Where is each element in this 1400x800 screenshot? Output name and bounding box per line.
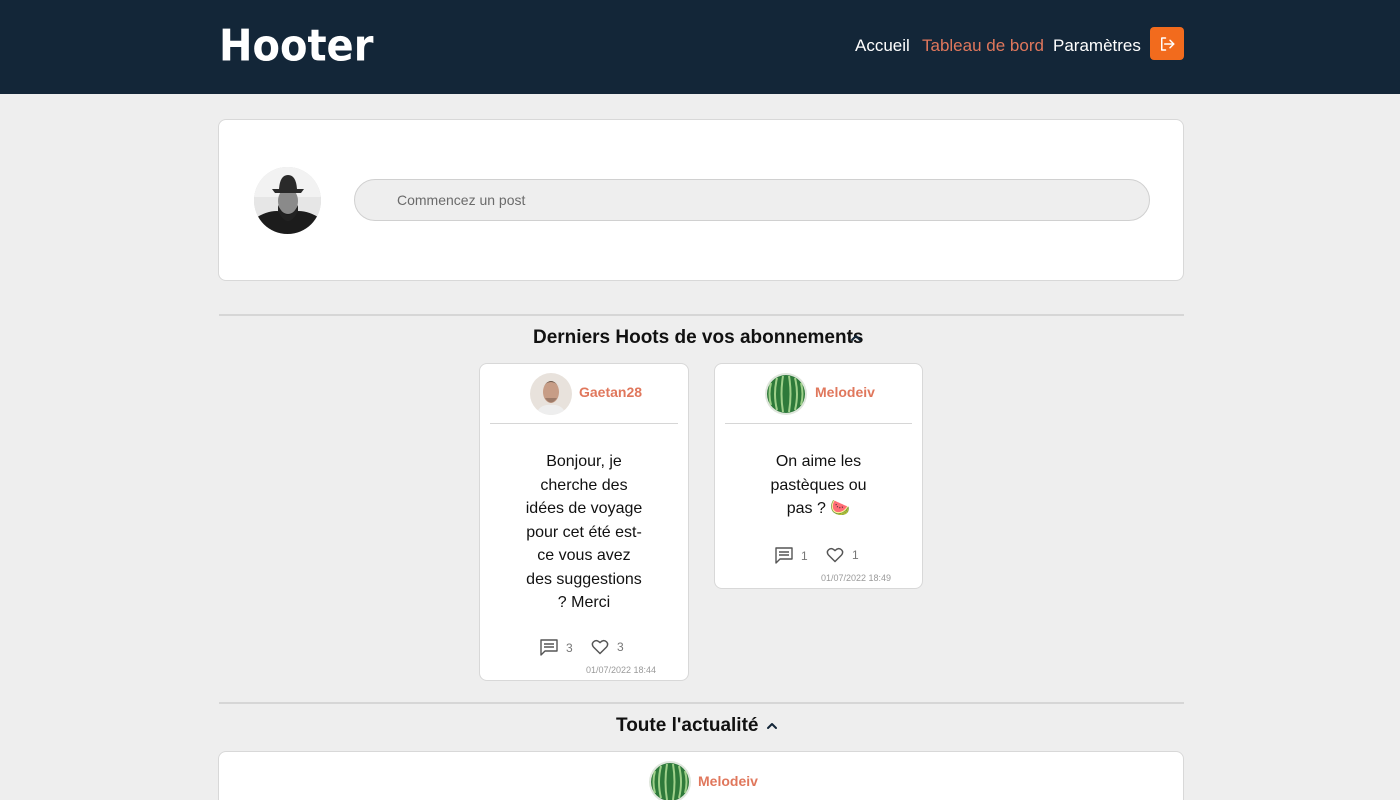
chevron-up-icon[interactable] (764, 718, 780, 734)
logout-icon (1161, 36, 1175, 51)
section-title-all: Toute l'actualité (616, 715, 759, 736)
logout-button[interactable] (1150, 27, 1184, 60)
post-composer (218, 119, 1184, 281)
post-author-avatar[interactable] (649, 761, 691, 800)
nav-accueil[interactable]: Accueil (855, 35, 910, 57)
like-count[interactable]: 3 (591, 639, 624, 655)
comment-count[interactable]: 3 (540, 639, 573, 656)
post-author-avatar[interactable] (530, 373, 572, 415)
nav-parametres[interactable]: Paramètres (1053, 35, 1141, 57)
post-card[interactable]: Gaetan28 Bonjour, je cherche des idées d… (479, 363, 689, 681)
post-divider (490, 423, 678, 424)
user-avatar[interactable] (254, 167, 321, 234)
hooter-logo[interactable]: Hooter (219, 20, 373, 73)
comment-icon (540, 639, 558, 656)
post-stats: 3 3 (540, 639, 640, 657)
section-divider (219, 314, 1184, 316)
section-title-following: Derniers Hoots de vos abonnements (533, 327, 864, 348)
top-navbar: Hooter Accueil Tableau de bord Paramètre… (0, 0, 1400, 94)
post-date: 01/07/2022 18:44 (586, 665, 657, 675)
section-divider (219, 702, 1184, 704)
chevron-up-icon[interactable] (848, 330, 864, 346)
post-author-avatar[interactable] (765, 373, 807, 415)
post-input[interactable] (354, 179, 1150, 221)
comment-count[interactable]: 1 (775, 547, 808, 564)
post-stats: 1 1 (775, 547, 875, 565)
post-card[interactable]: Melodeiv (218, 751, 1184, 800)
post-header: Gaetan28 (480, 364, 688, 424)
post-content: On aime les pastèques ou pas ? 🍉 (770, 453, 867, 517)
comment-icon (775, 547, 793, 564)
post-date: 01/07/2022 18:49 (821, 573, 892, 583)
post-card[interactable]: Melodeiv On aime les pastèques ou pas ? … (714, 363, 923, 589)
heart-icon (826, 547, 844, 563)
post-divider (725, 423, 912, 424)
like-count[interactable]: 1 (826, 547, 859, 563)
nav-tableau-de-bord[interactable]: Tableau de bord (922, 35, 1044, 57)
post-author-name[interactable]: Gaetan28 (579, 383, 642, 401)
post-header: Melodeiv (715, 364, 922, 424)
heart-icon (591, 639, 609, 655)
post-author-name[interactable]: Melodeiv (698, 772, 758, 790)
post-content: Bonjour, je cherche des idées de voyage … (525, 453, 643, 611)
post-author-name[interactable]: Melodeiv (815, 383, 875, 401)
